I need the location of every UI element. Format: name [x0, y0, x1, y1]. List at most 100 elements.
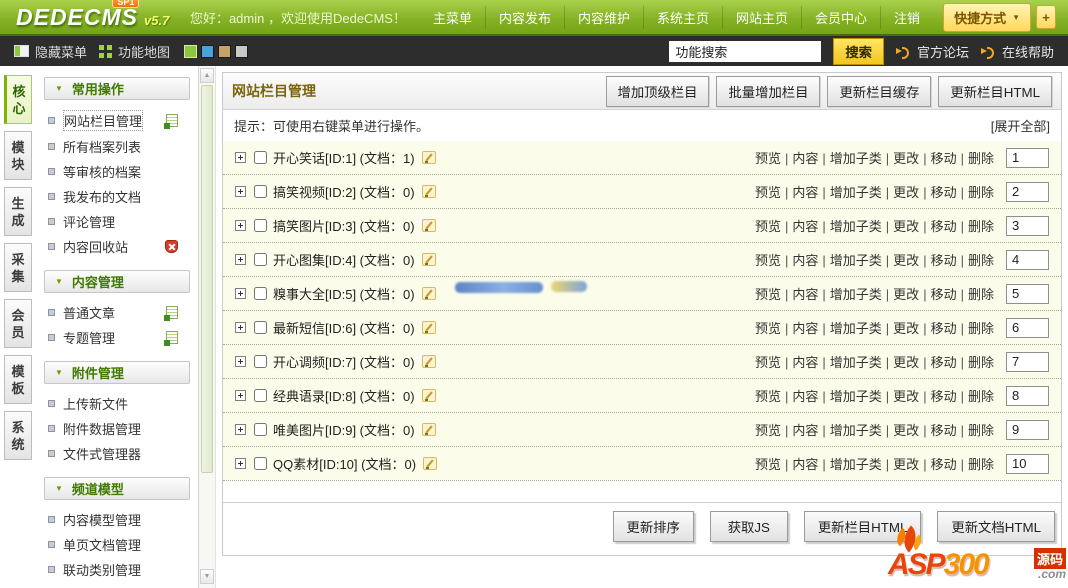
action-delete[interactable]: 删除 [957, 318, 994, 337]
action-add-child[interactable]: 增加子类 [818, 250, 882, 269]
action-add-child[interactable]: 增加子类 [818, 216, 882, 235]
scroll-up-icon[interactable]: ▲ [200, 68, 214, 83]
action-delete[interactable]: 删除 [957, 386, 994, 405]
sort-input[interactable] [1006, 419, 1049, 440]
action-modify[interactable]: 更改 [882, 454, 919, 473]
row-checkbox[interactable] [254, 185, 267, 198]
action-add-child[interactable]: 增加子类 [818, 420, 882, 439]
theme-swatch-blue[interactable] [201, 44, 215, 58]
add-top-category-button[interactable]: 增加顶级栏目 [605, 75, 710, 107]
sidebar-item-normal-article[interactable]: 普通文章 [36, 300, 198, 325]
action-content[interactable]: 内容 [781, 182, 818, 201]
row-checkbox[interactable] [254, 151, 267, 164]
sort-input[interactable] [1006, 283, 1049, 304]
edit-note-icon[interactable] [421, 389, 436, 402]
edit-note-icon[interactable] [421, 423, 436, 436]
action-content[interactable]: 内容 [781, 352, 818, 371]
row-checkbox[interactable] [254, 219, 267, 232]
action-move[interactable]: 移动 [919, 318, 957, 337]
action-add-child[interactable]: 增加子类 [818, 148, 882, 167]
sort-input[interactable] [1006, 249, 1049, 270]
action-delete[interactable]: 删除 [957, 250, 994, 269]
action-preview[interactable]: 预览 [755, 216, 781, 235]
edit-note-icon[interactable] [421, 287, 436, 300]
action-content[interactable]: 内容 [781, 454, 818, 473]
sidebar-item-single-page[interactable]: 单页文档管理 [36, 532, 198, 557]
row-checkbox[interactable] [254, 287, 267, 300]
search-button[interactable]: 搜索 [833, 37, 884, 65]
action-add-child[interactable]: 增加子类 [818, 182, 882, 201]
sidebar-item-my-documents[interactable]: 我发布的文档 [36, 184, 198, 209]
get-js-button[interactable]: 获取JS [709, 511, 788, 542]
tab-core[interactable]: 核心 [4, 75, 32, 124]
batch-add-category-button[interactable]: 批量增加栏目 [716, 75, 821, 107]
sort-input[interactable] [1006, 215, 1049, 236]
tab-template[interactable]: 模板 [4, 355, 32, 404]
expand-plus-icon[interactable] [235, 220, 246, 231]
sort-input[interactable] [1006, 453, 1049, 474]
action-preview[interactable]: 预览 [755, 182, 781, 201]
action-delete[interactable]: 删除 [957, 284, 994, 303]
edit-note-icon[interactable] [421, 355, 436, 368]
action-add-child[interactable]: 增加子类 [818, 386, 882, 405]
action-modify[interactable]: 更改 [882, 318, 919, 337]
update-category-cache-button[interactable]: 更新栏目缓存 [827, 75, 932, 107]
action-preview[interactable]: 预览 [755, 318, 781, 337]
edit-note-icon[interactable] [421, 151, 436, 164]
sidebar-item-file-manager[interactable]: 文件式管理器 [36, 441, 198, 466]
top-menu-member-center[interactable]: 会员中心 [801, 5, 880, 29]
expand-plus-icon[interactable] [235, 186, 246, 197]
theme-swatch-green[interactable] [184, 44, 198, 58]
expand-plus-icon[interactable] [235, 288, 246, 299]
action-add-child[interactable]: 增加子类 [818, 284, 882, 303]
row-checkbox[interactable] [254, 423, 267, 436]
action-move[interactable]: 移动 [919, 386, 957, 405]
action-modify[interactable]: 更改 [882, 284, 919, 303]
sort-input[interactable] [1006, 147, 1049, 168]
action-content[interactable]: 内容 [781, 318, 818, 337]
expand-plus-icon[interactable] [235, 152, 246, 163]
sidebar-section-content-management[interactable]: ▼ 内容管理 [44, 270, 190, 293]
action-delete[interactable]: 删除 [957, 216, 994, 235]
action-modify[interactable]: 更改 [882, 148, 919, 167]
row-checkbox[interactable] [254, 457, 267, 470]
expand-plus-icon[interactable] [235, 254, 246, 265]
edit-note-icon[interactable] [421, 185, 436, 198]
action-content[interactable]: 内容 [781, 284, 818, 303]
action-move[interactable]: 移动 [919, 148, 957, 167]
row-checkbox[interactable] [254, 253, 267, 266]
action-move[interactable]: 移动 [919, 284, 957, 303]
top-menu-logout[interactable]: 注销 [880, 5, 933, 29]
expand-plus-icon[interactable] [235, 356, 246, 367]
action-preview[interactable]: 预览 [755, 250, 781, 269]
action-preview[interactable]: 预览 [755, 386, 781, 405]
theme-swatch-gray[interactable] [235, 44, 249, 58]
expand-plus-icon[interactable] [235, 390, 246, 401]
row-checkbox[interactable] [254, 389, 267, 402]
tab-generate[interactable]: 生成 [4, 187, 32, 236]
sidebar-item-free-list[interactable]: 自由列表管理 [36, 582, 198, 588]
action-content[interactable]: 内容 [781, 148, 818, 167]
edit-note-icon[interactable] [423, 457, 438, 470]
row-checkbox[interactable] [254, 355, 267, 368]
sidebar-item-comment-management[interactable]: 评论管理 [36, 209, 198, 234]
action-content[interactable]: 内容 [781, 216, 818, 235]
scrollbar-thumb[interactable] [201, 85, 213, 473]
expand-plus-icon[interactable] [235, 322, 246, 333]
update-sort-button[interactable]: 更新排序 [612, 511, 694, 542]
sidebar-item-content-model[interactable]: 内容模型管理 [36, 507, 198, 532]
sidebar-item-attachment-data[interactable]: 附件数据管理 [36, 416, 198, 441]
sidebar-item-all-archives[interactable]: 所有档案列表 [36, 134, 198, 159]
top-menu-main[interactable]: 主菜单 [420, 6, 485, 29]
action-preview[interactable]: 预览 [755, 420, 781, 439]
function-search-input[interactable] [669, 40, 822, 62]
sidebar-section-attachment-management[interactable]: ▼ 附件管理 [44, 361, 190, 384]
action-delete[interactable]: 删除 [957, 420, 994, 439]
sidebar-item-recycle-bin[interactable]: 内容回收站 [36, 234, 198, 259]
hide-menu-button[interactable]: 隐藏菜单 [14, 42, 87, 61]
sidebar-section-common-ops[interactable]: ▼ 常用操作 [44, 77, 190, 100]
action-preview[interactable]: 预览 [755, 148, 781, 167]
sidebar-section-channel-model[interactable]: ▼ 频道模型 [44, 477, 190, 500]
update-category-html-button[interactable]: 更新栏目HTML [938, 75, 1052, 107]
edit-note-icon[interactable] [421, 253, 436, 266]
